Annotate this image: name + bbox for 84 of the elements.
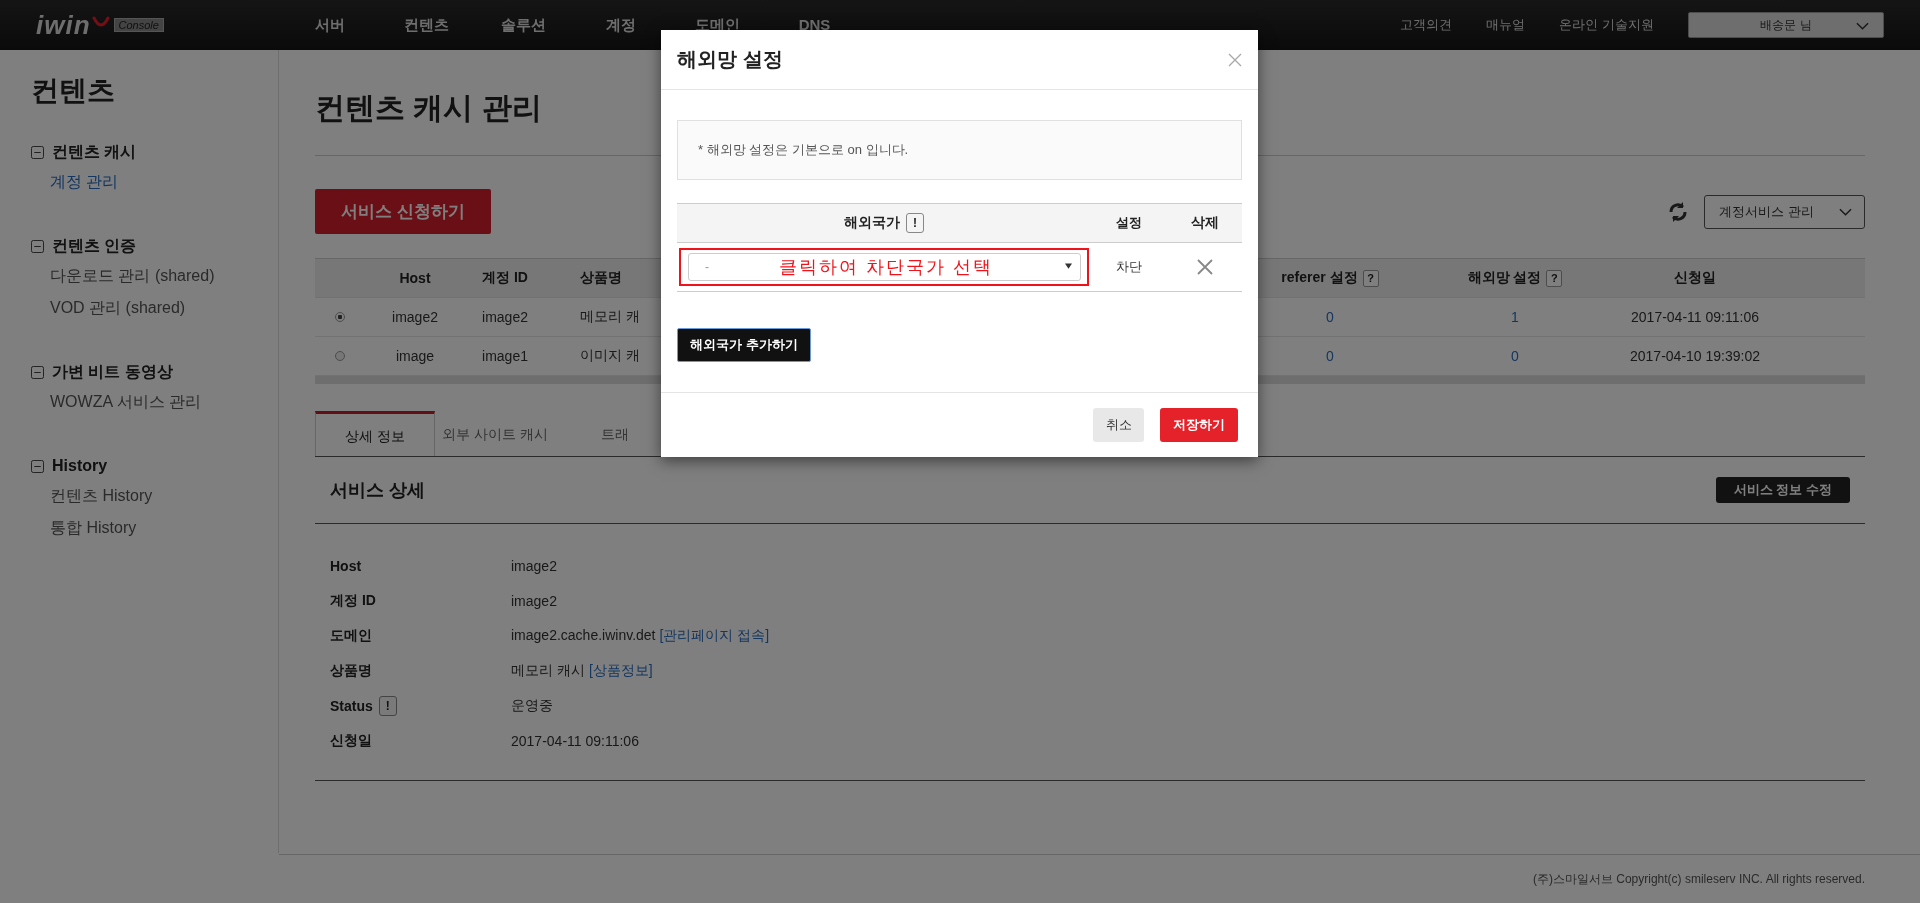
sidebar-group-title[interactable]: 가변 비트 동영상 <box>52 361 173 383</box>
field-label: 상품명 <box>330 661 372 680</box>
collapse-toggle-icon[interactable] <box>31 145 44 159</box>
cancel-button[interactable]: 취소 <box>1093 408 1144 442</box>
referer-count-link[interactable]: 0 <box>1326 309 1334 325</box>
sidebar-group-title[interactable]: 컨텐츠 캐시 <box>52 141 137 163</box>
field-value: image2 <box>511 592 557 609</box>
save-button[interactable]: 저장하기 <box>1160 408 1238 442</box>
field-label: Status <box>330 697 373 714</box>
column-header: 신청일 <box>1673 269 1717 287</box>
table-cell-text: image1 <box>481 348 529 364</box>
notice-text: * 해외망 설정은 기본으로 on 입니다. <box>698 141 909 159</box>
field-label: 도메인 <box>330 626 372 645</box>
top-link[interactable]: 매뉴얼 <box>1486 16 1526 34</box>
column-header: Host <box>398 270 432 286</box>
column-header: 계정 ID <box>481 269 529 287</box>
collapse-toggle-icon[interactable] <box>31 365 44 379</box>
edit-service-button[interactable]: 서비스 정보 수정 <box>1715 477 1850 503</box>
sidebar-item[interactable]: 컨텐츠 History <box>50 480 278 512</box>
tab[interactable]: 외부 사이트 캐시 <box>435 411 555 456</box>
modal-title: 해외망 설정 <box>677 47 783 72</box>
chevron-down-icon <box>1856 22 1869 30</box>
detail-link[interactable]: [상품정보] <box>588 661 653 680</box>
logo-text[interactable]: iwin <box>36 9 91 41</box>
apply-service-button[interactable]: 서비스 신청하기 <box>315 189 491 234</box>
sidebar-item[interactable]: WOWZA 서비스 관리 <box>50 386 278 418</box>
service-select[interactable]: 계정서비스 관리 <box>1704 194 1865 229</box>
nav-menu-item[interactable]: 컨텐츠 <box>378 15 475 35</box>
help-icon[interactable]: ? <box>1362 269 1379 287</box>
referer-count-link[interactable]: 0 <box>1326 348 1334 364</box>
add-country-button[interactable]: 해외국가 추가하기 <box>677 328 811 362</box>
sidebar-group-title[interactable]: History <box>52 457 108 475</box>
sidebar-item[interactable]: 다운로드 관리 (shared) <box>50 260 278 292</box>
table-cell-text: 차단 <box>1115 258 1143 276</box>
chevron-down-icon <box>1839 207 1852 216</box>
tab[interactable]: 상세 정보 <box>315 411 435 456</box>
top-link[interactable]: 고객의견 <box>1400 16 1453 34</box>
field-value: 메모리 캐시 <box>511 661 585 680</box>
sidebar-group-title[interactable]: 컨텐츠 인증 <box>52 235 137 257</box>
top-link[interactable]: 온라인 기술지원 <box>1559 16 1654 34</box>
detail-link[interactable]: [관리페이지 접속] <box>659 626 770 645</box>
field-label: Host <box>330 557 362 574</box>
section-title: 서비스 상세 <box>330 479 425 502</box>
radio-button[interactable] <box>335 312 345 322</box>
close-icon[interactable] <box>1228 52 1242 67</box>
column-header: 삭제 <box>1189 214 1220 232</box>
nav-menu-item[interactable]: 서버 <box>281 15 378 35</box>
sidebar-title: 컨텐츠 <box>31 74 116 108</box>
sidebar-item[interactable]: 통합 History <box>50 512 278 544</box>
radio-button[interactable] <box>335 351 345 361</box>
copyright-text: (주)스마일서브 Copyright(c) smileserv INC. All rights reserved. <box>1532 870 1865 888</box>
table-cell: 메모리 캐 <box>580 308 640 326</box>
table-cell-text: 2017-04-11 09:11:06 <box>1630 309 1760 325</box>
info-icon[interactable]: ! <box>906 213 924 233</box>
delete-icon[interactable] <box>1196 259 1213 275</box>
field-value: 운영중 <box>511 696 553 715</box>
table-cell-text: 2017-04-10 19:39:02 <box>1629 348 1761 364</box>
overseas-count-link[interactable]: 0 <box>1511 348 1519 364</box>
field-label: 신청일 <box>330 731 372 750</box>
column-header: 상품명 <box>580 269 622 287</box>
nav-menu-item[interactable]: 솔루션 <box>475 15 572 35</box>
field-label: 계정 ID <box>330 591 376 610</box>
nav-menu-item[interactable]: 계정 <box>572 15 669 35</box>
field-value: image2.cache.iwinv.det <box>511 626 656 645</box>
dropdown-arrow-icon <box>1065 263 1072 269</box>
table-cell-text: image2 <box>391 309 439 325</box>
table-cell-text: image2 <box>481 309 529 325</box>
country-select[interactable]: - 클릭하여 차단국가 선택 <box>688 253 1081 281</box>
collapse-toggle-icon[interactable] <box>31 459 44 473</box>
table-cell-text: image <box>394 348 436 364</box>
help-icon[interactable]: ? <box>1546 269 1563 287</box>
overseas-count-link[interactable]: 1 <box>1511 309 1519 325</box>
column-header: 설정 <box>1115 214 1143 232</box>
field-value: 2017-04-11 09:11:06 <box>511 732 639 749</box>
field-value: image2 <box>511 557 557 574</box>
sidebar-item[interactable]: VOD 관리 (shared) <box>50 292 278 324</box>
table-cell: 이미지 캐 <box>580 347 640 365</box>
column-header: 해외국가 <box>844 214 900 232</box>
sidebar-item[interactable]: 계정 관리 <box>50 166 278 198</box>
column-header: 해외망 설정 <box>1467 269 1542 287</box>
user-dropdown[interactable]: 배송문 님 <box>1688 12 1884 38</box>
collapse-toggle-icon[interactable] <box>31 239 44 253</box>
column-header: referer 설정 <box>1281 269 1358 287</box>
info-icon[interactable]: ! <box>378 695 397 716</box>
